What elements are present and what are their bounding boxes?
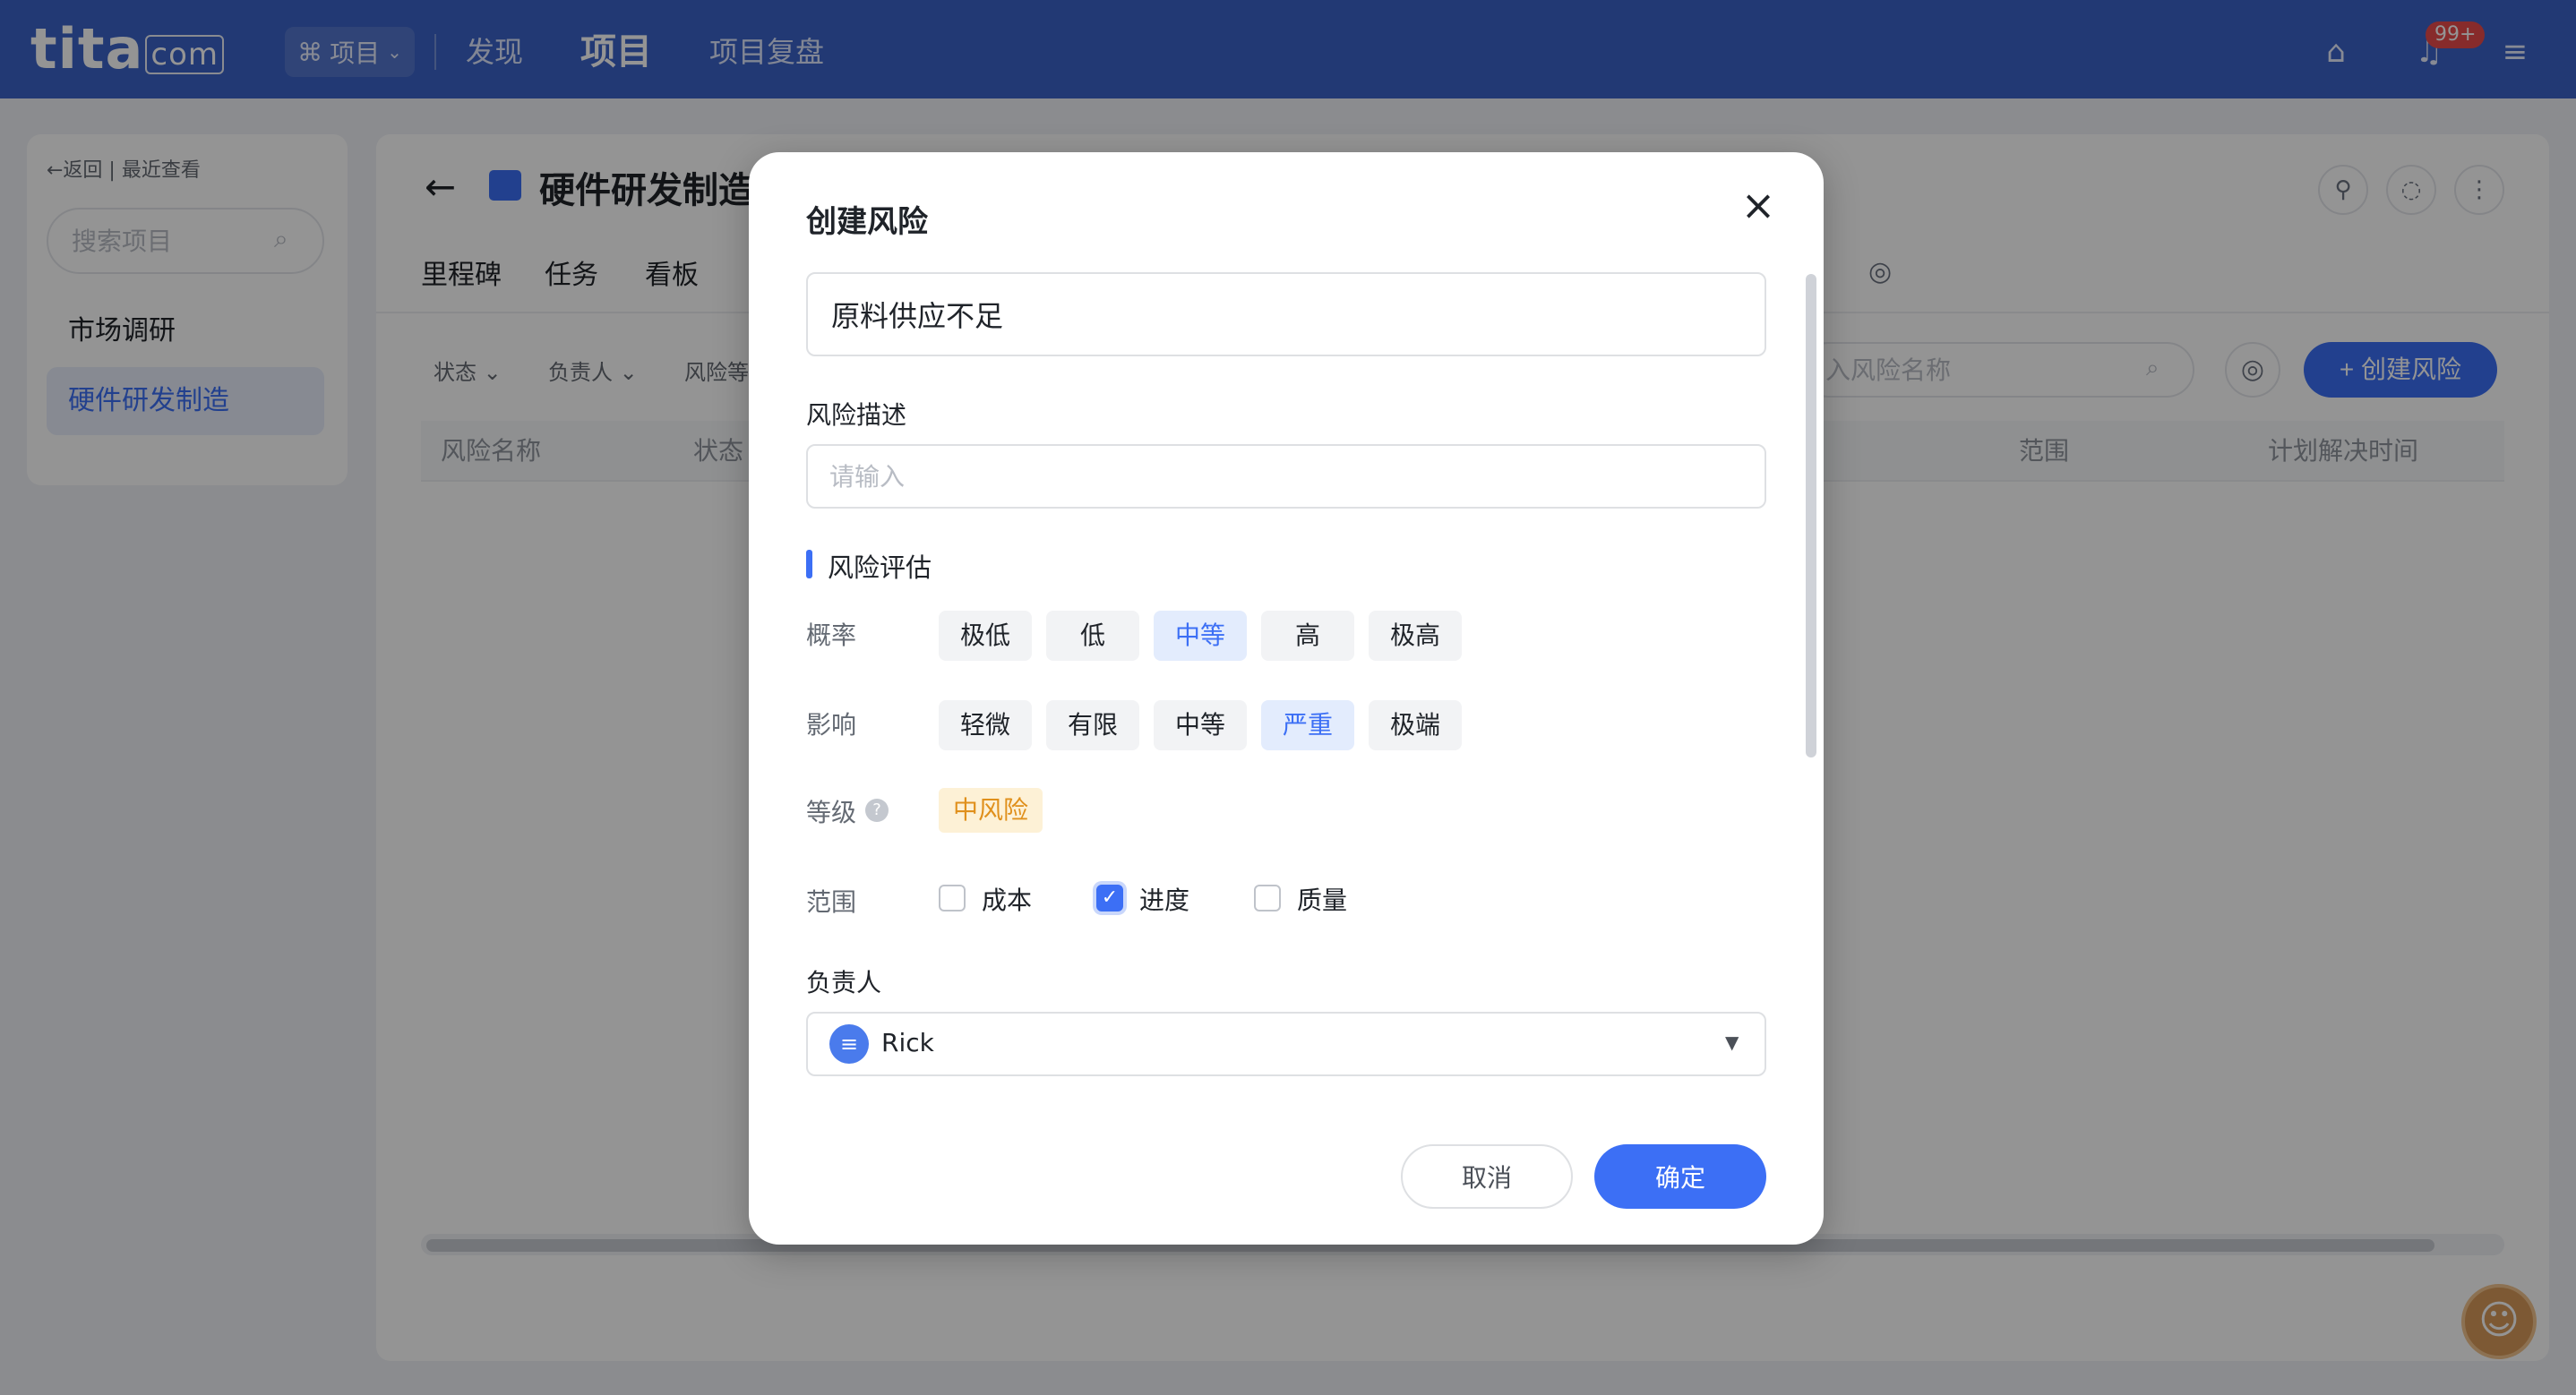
impact-option[interactable]: 轻微 <box>939 700 1032 750</box>
assessment-section-title: 风险评估 <box>828 552 932 583</box>
scope-quality-checkbox[interactable] <box>1254 885 1281 911</box>
cancel-button[interactable]: 取消 <box>1401 1144 1573 1209</box>
probability-option[interactable]: 高 <box>1261 611 1354 661</box>
impact-option-selected[interactable]: 严重 <box>1261 700 1354 750</box>
description-label: 风险描述 <box>806 400 907 430</box>
risk-level-badge: 中风险 <box>939 788 1043 833</box>
level-label: 等级 <box>806 798 857 827</box>
impact-option[interactable]: 极端 <box>1369 700 1462 750</box>
confirm-button[interactable]: 确定 <box>1594 1144 1766 1209</box>
scope-quality-label[interactable]: 质量 <box>1297 881 1347 917</box>
caret-down-icon[interactable]: ▼ <box>1725 1031 1739 1053</box>
scope-label: 范围 <box>806 887 857 917</box>
impact-option[interactable]: 有限 <box>1046 700 1139 750</box>
close-icon[interactable]: × <box>1738 184 1779 226</box>
scope-cost-label[interactable]: 成本 <box>982 881 1032 917</box>
help-icon[interactable]: ? <box>865 799 889 822</box>
section-accent-bar <box>806 550 812 578</box>
probability-option[interactable]: 低 <box>1046 611 1139 661</box>
risk-name-input[interactable] <box>806 272 1766 356</box>
check-icon: ✓ <box>1101 886 1119 909</box>
scope-progress-label[interactable]: 进度 <box>1139 881 1189 917</box>
impact-label: 影响 <box>806 710 857 740</box>
user-avatar-icon: ≡ <box>829 1024 869 1064</box>
impact-option[interactable]: 中等 <box>1154 700 1247 750</box>
scope-progress-checkbox[interactable]: ✓ <box>1096 885 1123 911</box>
probability-option-selected[interactable]: 中等 <box>1154 611 1247 661</box>
probability-option[interactable]: 极低 <box>939 611 1032 661</box>
owner-name: Rick <box>881 1028 934 1057</box>
description-input[interactable] <box>806 444 1766 509</box>
owner-label: 负责人 <box>806 968 882 997</box>
probability-option[interactable]: 极高 <box>1369 611 1462 661</box>
dialog-title: 创建风险 <box>806 204 928 240</box>
scope-cost-checkbox[interactable] <box>939 885 966 911</box>
probability-label: 概率 <box>806 620 857 650</box>
dialog-scrollbar[interactable] <box>1806 274 1816 757</box>
owner-select[interactable] <box>806 1012 1766 1076</box>
